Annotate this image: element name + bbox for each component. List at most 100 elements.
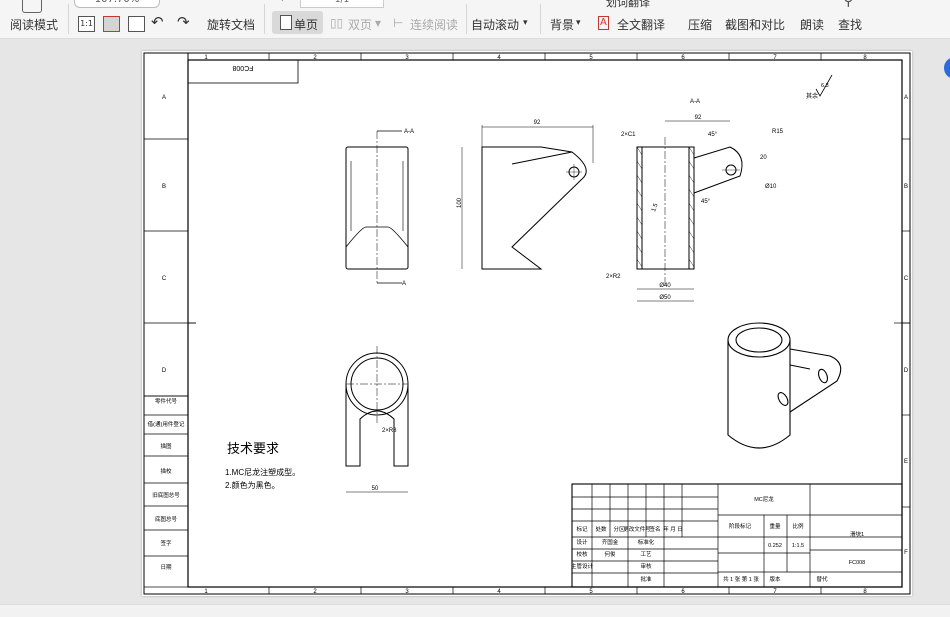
svg-text:92: 92: [534, 120, 541, 126]
prev-page-icon[interactable]: ‹: [280, 0, 284, 5]
roughness-symbol: 其余 6.3: [806, 74, 833, 100]
svg-text:处数: 处数: [595, 525, 607, 533]
inner-border: [187, 59, 903, 588]
register-label: 日期: [160, 564, 172, 571]
svg-text:Ø40: Ø40: [659, 283, 671, 289]
fit-width-button[interactable]: [128, 16, 145, 32]
toolbar: 阅读模式 107.70% 1:1 ↶ ↷ 旋转文档 单页 ▯▯ 双页 ▾ ⊢ 连…: [0, 0, 950, 39]
svg-text:主管设计: 主管设计: [571, 562, 594, 570]
svg-text:审核: 审核: [640, 562, 652, 570]
zoom-input[interactable]: 107.70%: [74, 0, 160, 8]
svg-text:E: E: [904, 459, 908, 465]
svg-text:D: D: [162, 368, 167, 374]
dropdown-arrow-icon: ▾: [375, 16, 382, 30]
svg-text:6.3: 6.3: [821, 83, 829, 89]
svg-text:45°: 45°: [701, 199, 711, 205]
bottom-view: 2×R8 50: [345, 346, 409, 493]
svg-text:共 1 张 第 1 张: 共 1 张 第 1 张: [723, 575, 759, 583]
actual-size-button[interactable]: 1:1: [78, 16, 95, 32]
search-icon: ⚲: [843, 0, 854, 9]
svg-text:何俊: 何俊: [604, 550, 616, 558]
background-button[interactable]: 背景: [550, 16, 574, 33]
separator: [466, 4, 467, 34]
part-name-text: 滑块1: [850, 530, 864, 538]
fit-page-button[interactable]: [103, 16, 120, 32]
svg-text:年 月 日: 年 月 日: [663, 525, 683, 533]
front-view: A-A A: [345, 129, 414, 287]
read-mode-button[interactable]: 阅读模式: [10, 16, 58, 33]
auto-scroll-button[interactable]: 自动滚动: [471, 16, 519, 33]
svg-text:2×R2: 2×R2: [606, 274, 621, 280]
tech-requirements: 技术要求 1.MC尼龙注塑成型。 2.颜色为黑色。: [225, 441, 300, 490]
isometric-view: [727, 322, 842, 449]
register-label: 描图: [160, 442, 172, 450]
document-page: 1 2 3 4 5 6 7 8 1 2 3 4 5 6 7 8 A B C D …: [142, 51, 912, 596]
tech-line: 1.MC尼龙注塑成型。: [225, 467, 300, 477]
double-page-button[interactable]: 双页: [348, 16, 372, 33]
svg-text:A-A: A-A: [404, 129, 414, 135]
svg-text:校核: 校核: [576, 550, 588, 558]
search-button[interactable]: 查找: [838, 16, 862, 33]
side-view: 92 100: [457, 120, 594, 270]
read-aloud-button[interactable]: 朗读: [800, 16, 824, 33]
dropdown-arrow-icon: ▾: [523, 18, 528, 28]
page-icon: [280, 15, 292, 30]
svg-text:C: C: [162, 276, 167, 282]
word-translate-button[interactable]: 划词翻译: [606, 0, 650, 10]
compress-button[interactable]: 压缩: [688, 16, 712, 33]
svg-text:阶段标记: 阶段标记: [729, 522, 752, 530]
separator: [540, 4, 541, 34]
svg-text:C: C: [904, 276, 909, 282]
dropdown-arrow-icon: ▾: [576, 18, 581, 28]
svg-text:D: D: [904, 368, 909, 374]
side-assistant-icon[interactable]: [944, 57, 950, 79]
svg-text:A: A: [402, 281, 406, 287]
continuous-read-button[interactable]: 连续阅读: [410, 16, 458, 33]
register-label: 底图总号: [155, 515, 178, 523]
svg-text:A-A: A-A: [690, 99, 700, 105]
svg-text:版本: 版本: [769, 575, 781, 583]
svg-text:齐国金: 齐国金: [602, 538, 619, 546]
page-number-input[interactable]: 1/1: [300, 0, 384, 8]
register-label: 借(通)用件登记: [148, 420, 185, 428]
register-label: 签字: [160, 539, 172, 547]
svg-text:工艺: 工艺: [640, 551, 652, 558]
svg-text:FC008: FC008: [232, 64, 253, 71]
full-translate-button[interactable]: 全文翻译: [617, 16, 665, 33]
svg-text:批准: 批准: [640, 575, 652, 583]
rotate-doc-button[interactable]: 旋转文档: [207, 16, 255, 33]
screenshot-compare-button[interactable]: 截图和对比: [725, 16, 785, 33]
svg-text:92: 92: [695, 115, 702, 121]
svg-text:标准化: 标准化: [638, 538, 655, 546]
svg-text:F: F: [904, 550, 908, 556]
separator: [68, 4, 69, 34]
double-page-icon: ▯▯: [330, 16, 344, 30]
svg-text:其余: 其余: [806, 92, 818, 100]
svg-text:1.5: 1.5: [651, 202, 660, 213]
svg-text:Ø50: Ø50: [659, 295, 671, 301]
svg-text:B: B: [162, 184, 166, 190]
single-page-button[interactable]: 单页: [294, 16, 318, 33]
register-label: 描校: [160, 467, 172, 475]
part-code-text: FC008: [849, 560, 866, 566]
register-label: 旧底图总号: [152, 491, 180, 499]
svg-text:设计: 设计: [576, 538, 588, 546]
rotate-right-icon[interactable]: ↷: [177, 13, 190, 31]
svg-text:比例: 比例: [792, 522, 804, 530]
tech-title: 技术要求: [227, 441, 279, 456]
tech-line: 2.颜色为黑色。: [225, 480, 280, 490]
weight-value: 0.252: [768, 543, 782, 549]
svg-text:A: A: [162, 95, 166, 101]
book-icon: [22, 0, 42, 13]
svg-text:重量: 重量: [769, 522, 781, 530]
column-labels: 1 2 3 4 5 6 7 8 1 2 3 4 5 6 7 8: [204, 55, 867, 595]
svg-text:20: 20: [760, 155, 767, 161]
code-box: FC008: [187, 59, 299, 84]
svg-text:替代: 替代: [816, 575, 828, 583]
material-text: MC尼龙: [754, 495, 774, 503]
section-view: A-A 92 Ø40 Ø50 R15 20 Ø10 45° 2×C1 2×R2 …: [606, 99, 784, 302]
svg-text:100: 100: [457, 197, 463, 208]
svg-text:更改文件号: 更改文件号: [623, 525, 651, 533]
continuous-icon: ⊢: [393, 16, 404, 30]
rotate-left-icon[interactable]: ↶: [151, 13, 164, 31]
